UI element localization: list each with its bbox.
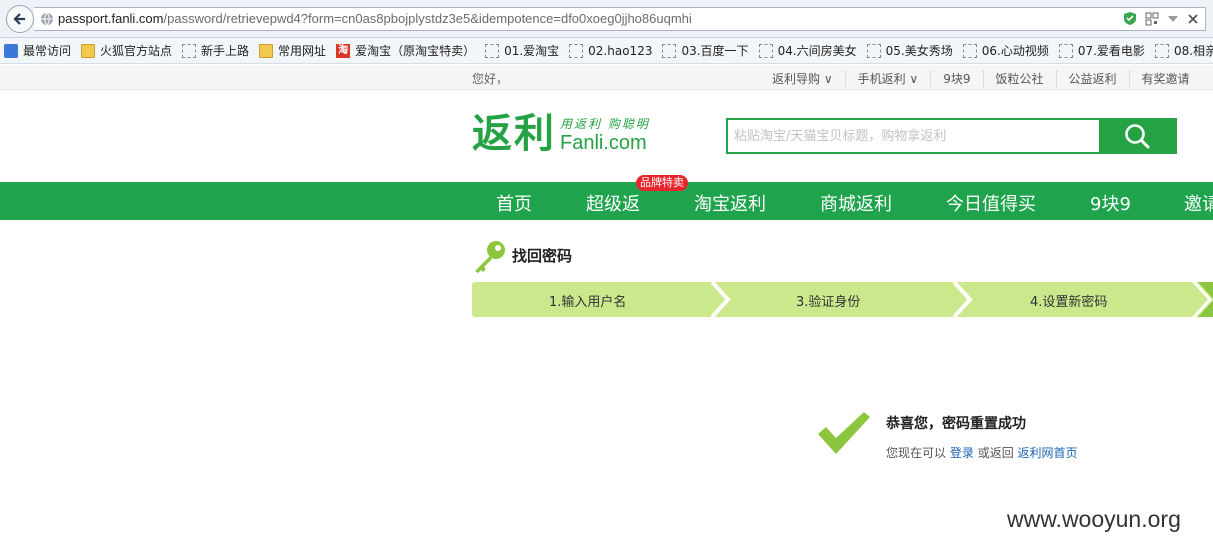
bookmark-item[interactable]: 01.爱淘宝 (485, 42, 559, 59)
logo-english: Fanli.com (560, 132, 647, 154)
globe-icon (41, 12, 53, 26)
url-field[interactable]: passport.fanli.com/password/retrievepwd4… (34, 7, 1206, 31)
bookmark-label: 06.心动视频 (981, 44, 1049, 58)
top-link-community[interactable]: 饭粒公社 (984, 70, 1057, 87)
nav-item-today-deals[interactable]: 今日值得买 (946, 190, 1036, 216)
logo-slogan: 用返利 购聪明 (560, 117, 650, 131)
bookmark-label: 07.爱看电影 (1077, 44, 1145, 58)
shield-icon[interactable] (1123, 11, 1137, 26)
nav-item-taobao-rebate[interactable]: 淘宝返利 (694, 190, 766, 216)
page-icon (485, 43, 500, 58)
nav-item-mall-rebate[interactable]: 商城返利 (820, 190, 892, 216)
folder-icon (81, 43, 96, 58)
nav-item-super-rebate[interactable]: 超级返 (586, 190, 640, 216)
top-link-9kuai9[interactable]: 9块9 (931, 70, 984, 87)
bookmark-label: 02.hao123 (588, 43, 653, 58)
site-logo[interactable]: 返利 用返利 购聪明 Fanli.com (472, 112, 672, 160)
bookmark-label: 01.爱淘宝 (504, 44, 560, 58)
folder-icon (259, 43, 274, 58)
nav-item-invite[interactable]: 邀请 (1184, 190, 1213, 216)
bookmark-item[interactable]: 新手上路 (182, 42, 249, 59)
bookmark-label: 火狐官方站点 (100, 44, 173, 58)
step-separator-arrow (952, 282, 973, 317)
step-1: 1.输入用户名 (549, 295, 627, 310)
bookmark-label: 爱淘宝（原淘宝特卖） (355, 44, 476, 58)
bookmark-item[interactable]: 最常访问 (4, 42, 71, 59)
page-icon (182, 43, 197, 58)
close-icon[interactable] (1187, 13, 1199, 25)
watermark-text: www.wooyun.org (1007, 506, 1181, 532)
greeting-text: 您好， (472, 72, 509, 86)
url-text: passport.fanli.com/password/retrievepwd4… (58, 11, 692, 26)
brand-sale-badge: 品牌特卖 (636, 175, 688, 191)
page-icon (1154, 43, 1169, 58)
url-path: /password/retrievepwd4?form=cn0as8pbojpl… (163, 11, 692, 26)
most-visited-icon (4, 43, 18, 58)
dropdown-arrow-icon[interactable] (1167, 14, 1179, 24)
top-links: 返利导购 ∨ 手机返利 ∨ 9块9 饭粒公社 公益返利 有奖邀请 (772, 70, 1202, 87)
success-prefix: 您现在可以 (886, 446, 947, 460)
search-icon (1125, 124, 1150, 149)
search-button[interactable] (1099, 120, 1175, 152)
bookmark-item[interactable]: 08.相亲网 (1154, 42, 1213, 59)
bookmark-item[interactable]: 04.六间房美女 (758, 42, 857, 59)
taobao-icon: 淘 (336, 43, 351, 58)
bookmark-item[interactable]: 火狐官方站点 (81, 42, 172, 59)
page-icon (962, 43, 977, 58)
page-icon (1058, 43, 1073, 58)
nav-item-9kuai9[interactable]: 9块9 (1090, 190, 1131, 216)
bookmark-label: 常用网址 (278, 44, 327, 58)
bookmarks-toolbar: 最常访问 火狐官方站点 新手上路 常用网址 淘爱淘宝（原淘宝特卖） 01.爱淘宝… (0, 38, 1213, 64)
bookmark-label: 04.六间房美女 (777, 44, 857, 58)
bookmark-label: 新手上路 (201, 44, 250, 58)
bookmark-label: 最常访问 (23, 44, 72, 58)
steps-bar: 1.输入用户名 3.验证身份 4.设置新密码 (472, 282, 1213, 317)
back-button[interactable] (6, 5, 34, 33)
top-link-mobile[interactable]: 手机返利 ∨ (846, 70, 932, 87)
top-link-charity[interactable]: 公益返利 (1057, 70, 1130, 87)
step-4: 4.设置新密码 (1030, 295, 1108, 310)
page-icon (758, 43, 773, 58)
site-top-strip: 您好， 返利导购 ∨ 手机返利 ∨ 9块9 饭粒公社 公益返利 有奖邀请 (0, 65, 1213, 90)
key-icon (475, 241, 505, 273)
bookmark-item[interactable]: 常用网址 (259, 42, 326, 59)
qr-code-icon[interactable] (1145, 12, 1159, 26)
step-separator-arrow (710, 282, 731, 317)
step-current-arrow (1192, 282, 1213, 317)
url-host: passport.fanli.com (58, 11, 164, 26)
page-title: 找回密码 (512, 247, 573, 265)
nav-item-home[interactable]: 首页 (496, 190, 532, 216)
bookmark-item[interactable]: 02.hao123 (569, 43, 653, 58)
bookmark-label: 03.百度一下 (681, 44, 749, 58)
search-input[interactable] (728, 120, 1100, 152)
bookmark-item[interactable]: 03.百度一下 (662, 42, 749, 59)
page-icon (662, 43, 677, 58)
success-line: 您现在可以 登录 或返回 返利网首页 (886, 444, 1078, 461)
bookmark-item[interactable]: 07.爱看电影 (1058, 42, 1145, 59)
logo-chinese: 返利 (472, 111, 556, 157)
bookmark-item[interactable]: 05.美女秀场 (866, 42, 953, 59)
login-link[interactable]: 登录 (950, 446, 974, 460)
bookmark-item[interactable]: 06.心动视频 (962, 42, 1049, 59)
checkmark-icon (818, 412, 870, 454)
bookmark-label: 08.相亲网 (1173, 44, 1213, 58)
page-icon (866, 43, 881, 58)
search-box (726, 118, 1177, 154)
bookmark-label: 05.美女秀场 (885, 44, 953, 58)
home-link[interactable]: 返利网首页 (1018, 446, 1078, 460)
success-middle: 或返回 (977, 446, 1014, 460)
main-nav: 首页 超级返 淘宝返利 商城返利 今日值得买 9块9 邀请 (0, 182, 1213, 220)
top-link-invite[interactable]: 有奖邀请 (1130, 70, 1202, 87)
back-arrow-icon (13, 13, 25, 25)
top-link-guide[interactable]: 返利导购 ∨ (772, 70, 846, 87)
step-3: 3.验证身份 (796, 295, 861, 310)
browser-address-bar: passport.fanli.com/password/retrievepwd4… (0, 0, 1213, 38)
success-title: 恭喜您，密码重置成功 (886, 416, 1026, 432)
page-icon (569, 43, 584, 58)
bookmark-item[interactable]: 淘爱淘宝（原淘宝特卖） (336, 42, 475, 59)
